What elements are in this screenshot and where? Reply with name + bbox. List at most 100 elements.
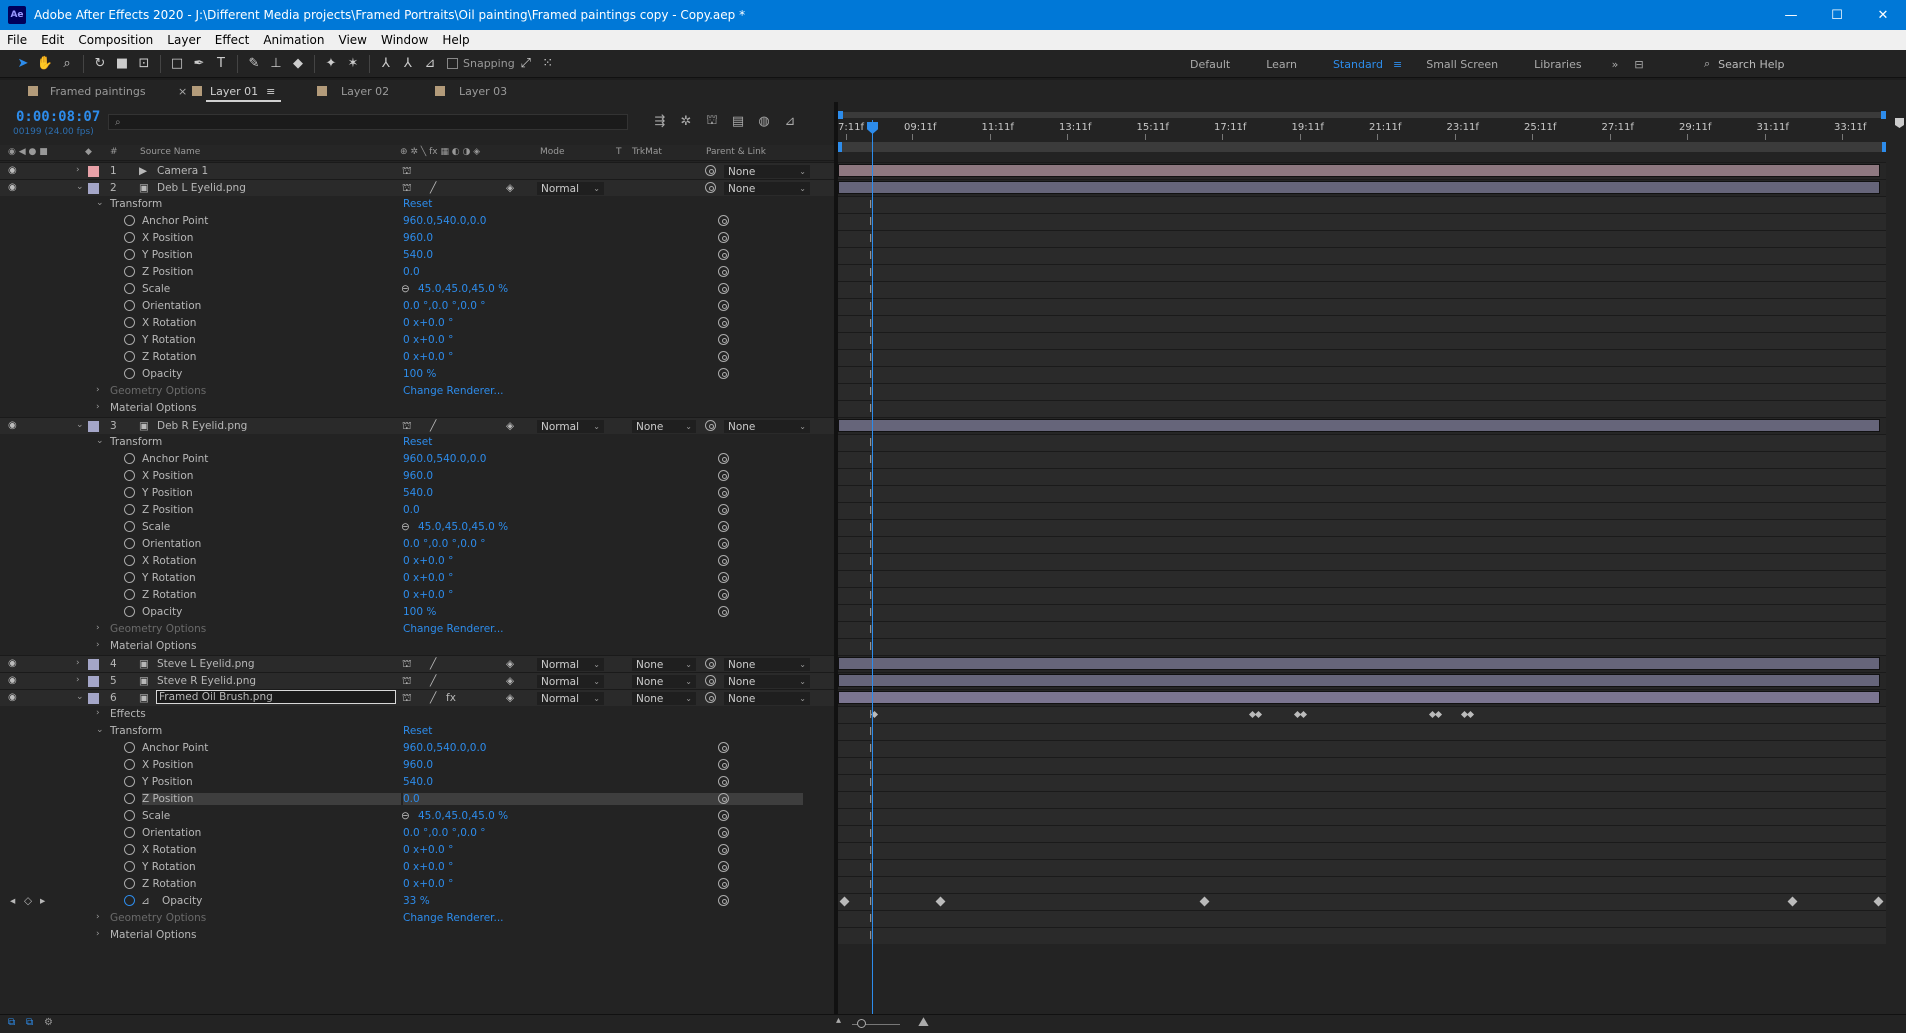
previous-keyframe-icon[interactable]: ◂ [10,895,15,907]
blend-mode-dropdown[interactable]: Normal ⌄ [537,182,604,195]
keyframe-marker[interactable] [1434,710,1443,719]
menu-edit[interactable]: Edit [34,33,71,47]
3d-layer-switch-icon[interactable]: ◈ [506,420,514,432]
comp-marker-bin-icon[interactable] [1895,118,1904,128]
workspace-learn[interactable]: Learn [1266,58,1297,71]
layer-duration-bar[interactable] [838,164,1880,177]
parent-dropdown[interactable]: None ⌄ [724,165,810,178]
tab-layer-02[interactable]: Layer 02 [295,80,413,102]
expression-pickwhip-icon[interactable] [718,555,729,566]
minimize-button[interactable]: — [1768,0,1814,30]
property-value[interactable]: 960.0,540.0,0.0 [403,453,487,465]
property-scale[interactable]: Scale ⊖ 45.0,45.0,45.0 % [0,519,834,536]
property-group-material-options[interactable]: › Material Options [0,638,834,655]
tab-menu-icon[interactable]: ≡ [266,85,275,98]
zoom-slider-handle[interactable] [857,1019,866,1028]
more-workspaces-icon[interactable]: » [1612,58,1619,71]
property-value[interactable]: 45.0,45.0,45.0 % [418,810,508,822]
shy-switch-icon[interactable]: ⛫ [402,658,412,672]
snap-edge-icon[interactable]: ⤢ [515,53,537,75]
selection-tool-icon[interactable]: ➤ [12,53,34,75]
snapping-toggle[interactable]: Snapping [447,57,515,70]
visibility-eye-icon[interactable]: ◉ [8,692,17,703]
property-z-rotation[interactable]: Z Rotation 0 x+0.0 ° [0,349,834,366]
menu-animation[interactable]: Animation [256,33,331,47]
twirl-closed-icon[interactable]: › [96,640,100,650]
keyframe[interactable] [935,896,946,907]
navigator-end-handle[interactable] [1882,142,1886,152]
expression-pickwhip-icon[interactable] [718,861,729,872]
property-opacity[interactable]: ◂ ◇ ▸ ⊿ Opacity 33 % [0,893,834,910]
property-y-position[interactable]: Y Position 540.0 [0,247,834,264]
parent-dropdown[interactable]: None ⌄ [724,675,810,688]
track-matte-dropdown[interactable]: None ⌄ [632,692,696,705]
menu-composition[interactable]: Composition [71,33,160,47]
stopwatch-icon[interactable] [124,504,135,515]
property-value[interactable]: 33 % [403,895,430,907]
stopwatch-icon[interactable] [124,538,135,549]
visibility-eye-icon[interactable]: ◉ [8,420,17,431]
twirl-closed-icon[interactable]: › [76,675,80,685]
layer-row[interactable]: ◉ › 1 ▶ Camera 1 ⛫ None ⌄ [0,162,834,179]
stopwatch-icon[interactable] [124,249,135,260]
property-value[interactable]: 0.0 °,0.0 °,0.0 ° [403,300,486,312]
twirl-closed-icon[interactable]: › [76,165,80,175]
navigator-start-handle[interactable] [838,142,842,152]
menu-view[interactable]: View [332,33,374,47]
property-value[interactable]: 0 x+0.0 ° [403,317,453,329]
3d-layer-switch-icon[interactable]: ◈ [506,675,514,687]
menu-file[interactable]: File [0,33,34,47]
add-keyframe-icon[interactable]: ◇ [24,895,32,907]
menu-effect[interactable]: Effect [208,33,257,47]
layer-name[interactable]: Deb L Eyelid.png [157,182,246,194]
expression-pickwhip-icon[interactable] [718,589,729,600]
camera-tool-icon[interactable]: ■ [111,53,133,75]
render-time-toggle-icon[interactable]: ⚙ [44,1017,53,1028]
stopwatch-icon[interactable] [124,453,135,464]
snap-feature-icon[interactable]: ⁙ [537,53,559,75]
shy-switch-icon[interactable]: ⛫ [402,692,412,706]
property-scale[interactable]: Scale ⊖ 45.0,45.0,45.0 % [0,808,834,825]
property-value[interactable]: 960.0,540.0,0.0 [403,215,487,227]
change-renderer-link[interactable]: Change Renderer... [403,623,504,635]
close-button[interactable]: ✕ [1860,0,1906,30]
expression-pickwhip-icon[interactable] [718,215,729,226]
stopwatch-icon[interactable] [124,589,135,600]
stopwatch-icon[interactable] [124,266,135,277]
property-value[interactable]: 540.0 [403,249,433,261]
keyframe[interactable] [1787,896,1798,907]
quality-switch-icon[interactable]: ╱ [430,420,436,432]
tab-layer-01[interactable]: × Layer 01 ≡ [178,80,295,102]
next-keyframe-icon[interactable]: ▸ [40,895,45,907]
stopwatch-icon[interactable] [124,351,135,362]
local-axis-icon[interactable]: ⅄ [375,53,397,75]
parent-dropdown[interactable]: None ⌄ [724,692,810,705]
search-help-field[interactable]: ⌕ Search Help [1704,54,1900,74]
property-x-rotation[interactable]: X Rotation 0 x+0.0 ° [0,315,834,332]
quality-switch-icon[interactable]: ╱ [430,182,436,194]
stopwatch-icon[interactable] [124,487,135,498]
tab-framed-paintings[interactable]: Framed paintings [0,80,180,102]
expression-pickwhip-icon[interactable] [718,334,729,345]
stopwatch-icon[interactable] [124,810,135,821]
expression-pickwhip-icon[interactable] [718,827,729,838]
effects-switch-icon[interactable]: fx [446,692,456,704]
parent-pickwhip-icon[interactable] [705,692,716,703]
menu-layer[interactable]: Layer [160,33,207,47]
property-value[interactable]: 960.0 [403,470,433,482]
puppet-tool-icon[interactable]: ✶ [342,53,364,75]
3d-layer-switch-icon[interactable]: ◈ [506,658,514,670]
stopwatch-icon[interactable] [124,861,135,872]
workspace-menu-icon[interactable]: ≡ [1393,58,1402,71]
property-group-material-options[interactable]: › Material Options [0,400,834,417]
property-anchor-point[interactable]: Anchor Point 960.0,540.0,0.0 [0,740,834,757]
twirl-open-icon[interactable]: ⌄ [76,420,84,430]
twirl-closed-icon[interactable]: › [96,623,100,633]
property-z-position[interactable]: Z Position 0.0 [0,502,834,519]
property-value[interactable]: 0.0 [403,266,420,278]
layer-name[interactable]: Camera 1 [157,165,208,177]
stopwatch-icon[interactable] [124,895,135,906]
rectangle-tool-icon[interactable]: □ [166,53,188,75]
stopwatch-icon[interactable] [124,368,135,379]
work-area-end-handle[interactable] [1881,111,1886,119]
